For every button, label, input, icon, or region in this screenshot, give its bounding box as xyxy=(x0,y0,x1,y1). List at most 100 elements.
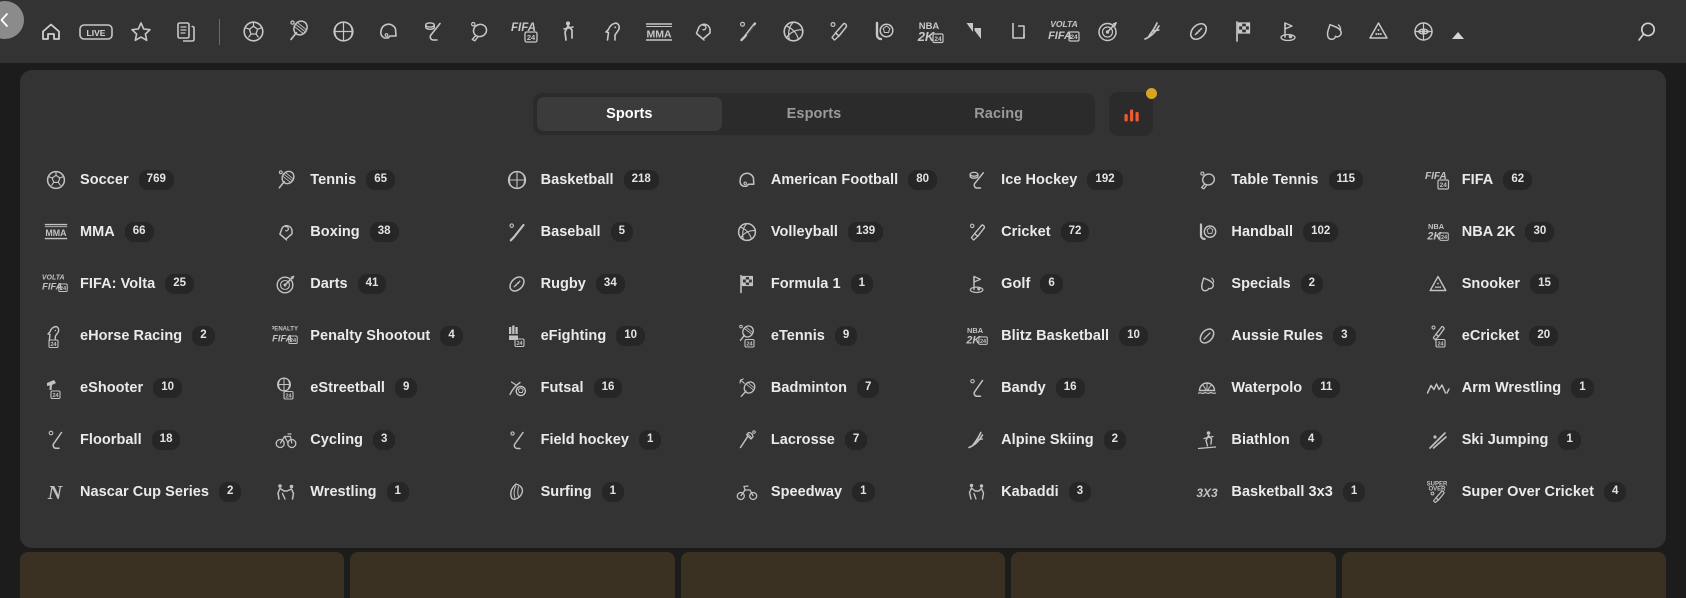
tab-racing[interactable]: Racing xyxy=(906,97,1091,131)
nav-expand-caret[interactable] xyxy=(1446,12,1470,52)
statistics-button[interactable] xyxy=(1109,88,1157,136)
nav-rugby[interactable] xyxy=(1176,9,1221,55)
nav-alpine-skiing[interactable] xyxy=(1131,9,1176,55)
sport-item-rugby[interactable]: Rugby 34 xyxy=(503,258,733,310)
sport-item-super-over-cricket[interactable]: SUPER OVER Super Over Cricket 4 xyxy=(1424,466,1654,518)
nav-boxing[interactable] xyxy=(681,9,726,55)
sport-item-blitz-basketball[interactable]: NBA 2K 24 Blitz Basketball 10 xyxy=(963,310,1193,362)
sport-item-floorball[interactable]: Floorball 18 xyxy=(42,414,272,466)
sport-item-volleyball[interactable]: Volleyball 139 xyxy=(733,206,963,258)
nav-tennis[interactable] xyxy=(276,9,321,55)
sport-item-alpine-skiing[interactable]: Alpine Skiing 2 xyxy=(963,414,1193,466)
bar-chart-icon xyxy=(1124,109,1139,121)
nav-golf[interactable] xyxy=(1266,9,1311,55)
sport-item-efighting[interactable]: 24 eFighting 10 xyxy=(503,310,733,362)
sport-item-wrestling[interactable]: Wrestling 1 xyxy=(272,466,502,518)
sport-item-cycling[interactable]: Cycling 3 xyxy=(272,414,502,466)
sport-label: Ski Jumping xyxy=(1461,432,1549,448)
sport-item-ski-jumping[interactable]: Ski Jumping 1 xyxy=(1424,414,1654,466)
sport-item-speedway[interactable]: Speedway 1 xyxy=(733,466,963,518)
sport-item-snooker[interactable]: Snooker 15 xyxy=(1424,258,1654,310)
nav-eshooter[interactable] xyxy=(1401,9,1446,55)
nav-my-bets[interactable] xyxy=(163,9,208,55)
sport-item-golf[interactable]: Golf 6 xyxy=(963,258,1193,310)
svg-text:24: 24 xyxy=(52,393,59,399)
nav-basketball[interactable] xyxy=(321,9,366,55)
nav-favourites[interactable] xyxy=(118,9,163,55)
sport-item-bandy[interactable]: Bandy 16 xyxy=(963,362,1193,414)
nav-table-tennis[interactable] xyxy=(456,9,501,55)
sport-label: Cricket xyxy=(1001,224,1051,240)
sport-item-handball[interactable]: Handball 102 xyxy=(1193,206,1423,258)
nav-mma[interactable]: MMA xyxy=(636,9,681,55)
tab-sports[interactable]: Sports xyxy=(537,97,722,131)
nav-soccer[interactable] xyxy=(231,9,276,55)
nav-esports[interactable] xyxy=(951,9,996,55)
sport-item-ecricket[interactable]: 24 eCricket 20 xyxy=(1424,310,1654,362)
sport-item-baseball[interactable]: Baseball 5 xyxy=(503,206,733,258)
sport-item-basketball[interactable]: Basketball 218 xyxy=(503,154,733,206)
back-button[interactable] xyxy=(0,1,24,39)
sport-item-table-tennis[interactable]: Table Tennis 115 xyxy=(1193,154,1423,206)
nav-american-football[interactable] xyxy=(366,9,411,55)
nav-cricket-player[interactable] xyxy=(546,9,591,55)
sport-item-ehorse-racing[interactable]: 24 eHorse Racing 2 xyxy=(42,310,272,362)
nav-darts[interactable] xyxy=(1086,9,1131,55)
sport-item-arm-wrestling[interactable]: Arm Wrestling 1 xyxy=(1424,362,1654,414)
nav-handball[interactable] xyxy=(861,9,906,55)
nav-volleyball[interactable] xyxy=(771,9,816,55)
nav-icon-strip[interactable]: LIVE FIFA 24 MMA NBA 2K 24 VOLTA FIFA 24 xyxy=(28,9,1612,55)
sport-item-ice-hockey[interactable]: Ice Hockey 192 xyxy=(963,154,1193,206)
sport-item-nba-2k[interactable]: NBA 2K 24 NBA 2K 30 xyxy=(1424,206,1654,258)
nav-home[interactable] xyxy=(28,9,73,55)
search-button[interactable] xyxy=(1620,9,1672,55)
sport-item-fifa-volta[interactable]: VOLTA FIFA 24 FIFA: Volta 25 xyxy=(42,258,272,310)
nav-formula1[interactable] xyxy=(1221,9,1266,55)
volta-fifa-icon: VOLTA FIFA 24 xyxy=(42,270,70,298)
sport-item-specials[interactable]: Specials 2 xyxy=(1193,258,1423,310)
sport-item-badminton[interactable]: Badminton 7 xyxy=(733,362,963,414)
sport-item-mma[interactable]: MMA MMA 66 xyxy=(42,206,272,258)
sport-item-kabaddi[interactable]: Kabaddi 3 xyxy=(963,466,1193,518)
sport-item-lacrosse[interactable]: Lacrosse 7 xyxy=(733,414,963,466)
sport-item-etennis[interactable]: 24 eTennis 9 xyxy=(733,310,963,362)
sport-item-fifa[interactable]: FIFA 24 FIFA 62 xyxy=(1424,154,1654,206)
sport-item-american-football[interactable]: American Football 80 xyxy=(733,154,963,206)
nav-cricket[interactable] xyxy=(816,9,861,55)
nav-specials[interactable] xyxy=(1311,9,1356,55)
sport-item-penalty-shootout[interactable]: PENALTY FIFA 24 Penalty Shootout 4 xyxy=(272,310,502,362)
sport-item-nascar-cup-series[interactable]: N Nascar Cup Series 2 xyxy=(42,466,272,518)
sport-item-surfing[interactable]: Surfing 1 xyxy=(503,466,733,518)
tab-esports[interactable]: Esports xyxy=(722,97,907,131)
sport-count-badge: 72 xyxy=(1060,222,1090,242)
three-x-three-icon: 3X3 xyxy=(1193,478,1221,506)
sport-item-darts[interactable]: Darts 41 xyxy=(272,258,502,310)
nav-lol[interactable] xyxy=(996,9,1041,55)
promo-card xyxy=(20,552,345,598)
tennis-racket-icon xyxy=(272,166,300,194)
nav-snooker[interactable] xyxy=(1356,9,1401,55)
sport-item-soccer[interactable]: Soccer 769 xyxy=(42,154,272,206)
nav-horse-racing[interactable] xyxy=(591,9,636,55)
home-icon xyxy=(41,23,60,40)
sport-item-formula-1[interactable]: Formula 1 1 xyxy=(733,258,963,310)
sport-item-eshooter[interactable]: 24 eShooter 10 xyxy=(42,362,272,414)
nav-volta-fifa[interactable]: VOLTA FIFA 24 xyxy=(1041,9,1086,55)
sport-label: Aussie Rules xyxy=(1231,328,1324,344)
nav-fifa[interactable]: FIFA 24 xyxy=(501,9,546,55)
sport-item-boxing[interactable]: Boxing 38 xyxy=(272,206,502,258)
nav-nba2k[interactable]: NBA 2K 24 xyxy=(906,9,951,55)
sport-item-futsal[interactable]: Futsal 16 xyxy=(503,362,733,414)
nav-ice-hockey[interactable] xyxy=(411,9,456,55)
sport-item-field-hockey[interactable]: Field hockey 1 xyxy=(503,414,733,466)
nav-baseball[interactable] xyxy=(726,9,771,55)
sport-label: Rugby xyxy=(540,276,586,292)
sport-item-tennis[interactable]: Tennis 65 xyxy=(272,154,502,206)
sport-item-estreetball[interactable]: 24 eStreetball 9 xyxy=(272,362,502,414)
sport-item-basketball-3x3[interactable]: 3X3 Basketball 3x3 1 xyxy=(1193,466,1423,518)
nav-live[interactable]: LIVE xyxy=(73,9,118,55)
sport-item-aussie-rules[interactable]: Aussie Rules 3 xyxy=(1193,310,1423,362)
sport-item-biathlon[interactable]: Biathlon 4 xyxy=(1193,414,1423,466)
sport-item-cricket[interactable]: Cricket 72 xyxy=(963,206,1193,258)
sport-item-waterpolo[interactable]: Waterpolo 11 xyxy=(1193,362,1423,414)
